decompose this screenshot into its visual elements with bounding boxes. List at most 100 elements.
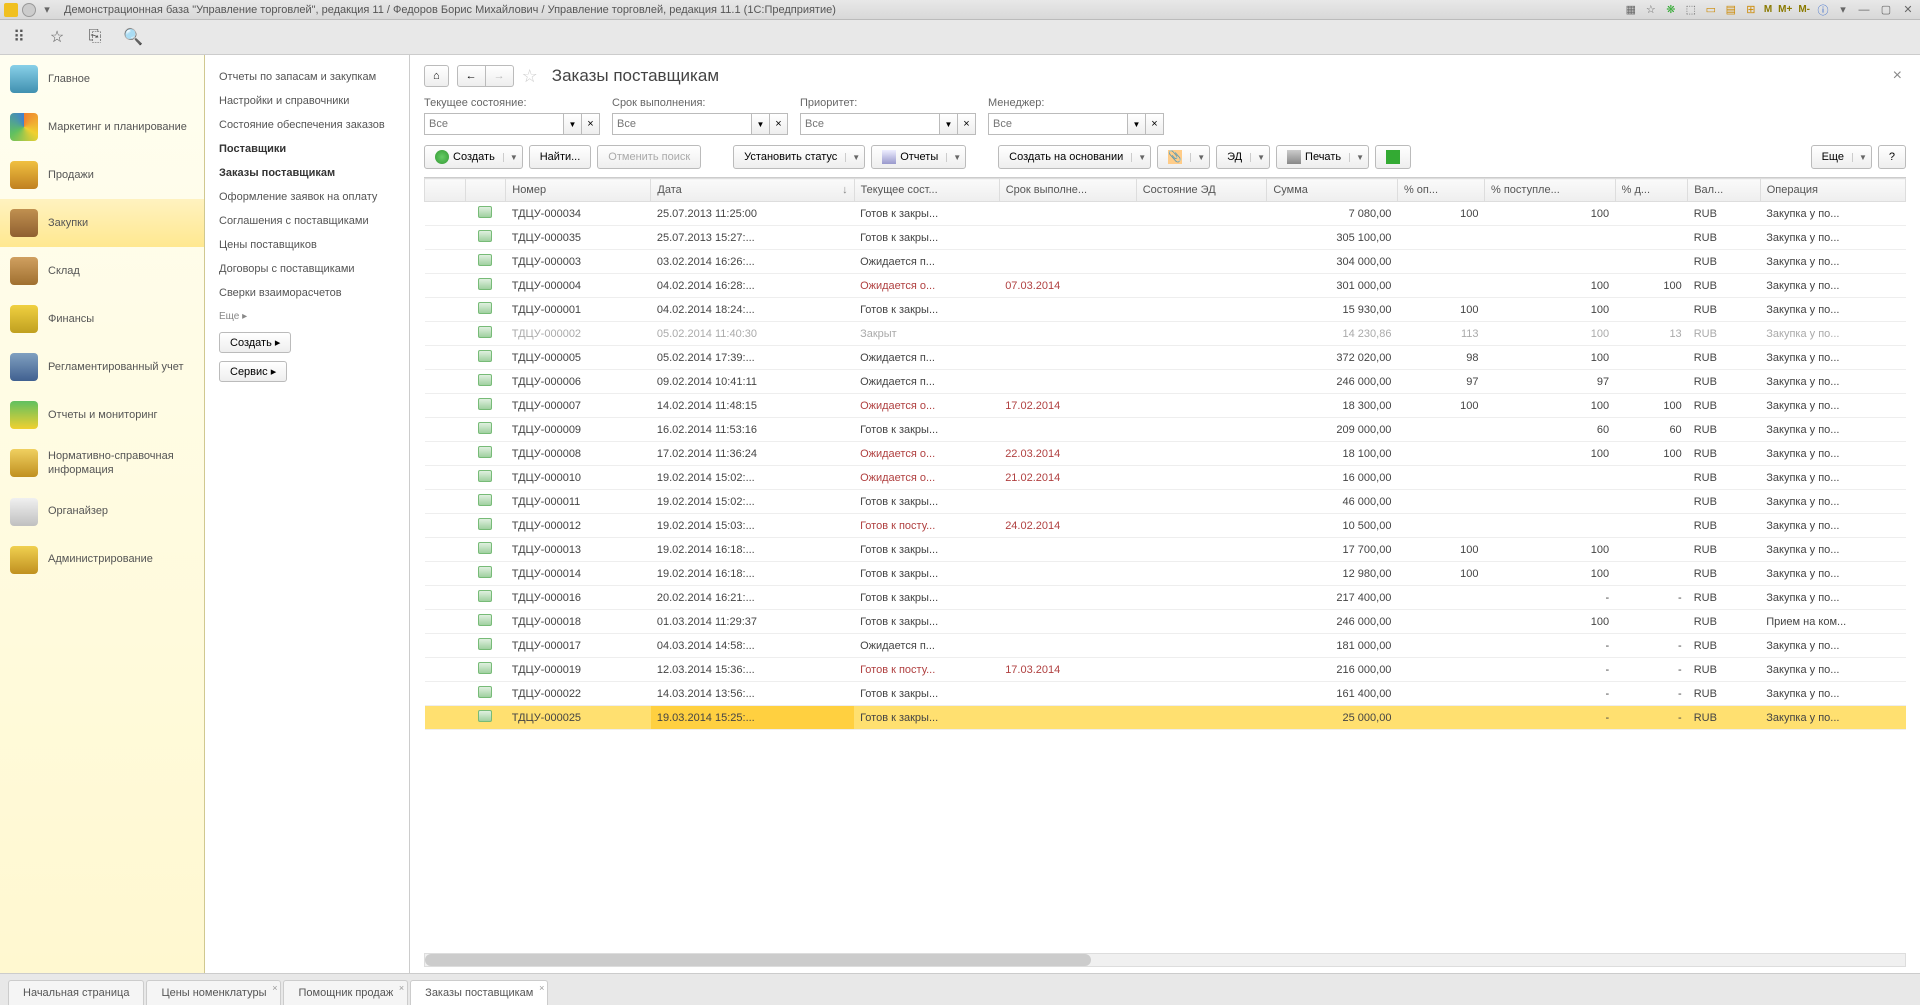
table-row[interactable]: ТДЦУ-000008 17.02.2014 11:36:24 Ожидаетс… [425, 442, 1906, 466]
column-header-6[interactable]: Состояние ЭД [1136, 179, 1267, 202]
table-row[interactable]: ТДЦУ-000010 19.02.2014 15:02:... Ожидает… [425, 466, 1906, 490]
subnav-item-4[interactable]: Заказы поставщикам [205, 161, 409, 185]
subnav-item-7[interactable]: Цены поставщиков [205, 233, 409, 257]
tb-icon-6[interactable]: ▤ [1724, 3, 1738, 17]
column-header-11[interactable]: Вал... [1688, 179, 1761, 202]
back-button[interactable]: ← [457, 65, 486, 87]
filter-input-f2[interactable] [612, 113, 752, 135]
maximize-button[interactable]: ▢ [1878, 3, 1894, 17]
star-icon[interactable]: ☆ [48, 28, 66, 46]
m-label[interactable]: M [1764, 4, 1772, 15]
filter-clear-f4[interactable]: × [1146, 113, 1164, 135]
subnav-create-button[interactable]: Создать ▸ [219, 332, 291, 353]
info-icon[interactable]: ⓘ [1816, 3, 1830, 17]
chevron-down-icon[interactable]: ▾ [40, 3, 54, 17]
tab-2[interactable]: Помощник продаж× [283, 980, 408, 1005]
column-header-10[interactable]: % д... [1615, 179, 1688, 202]
column-header-4[interactable]: Текущее сост... [854, 179, 999, 202]
subnav-service-button[interactable]: Сервис ▸ [219, 361, 287, 382]
column-header-2[interactable]: Номер [506, 179, 651, 202]
forward-button[interactable]: → [486, 65, 514, 87]
nav-item-7[interactable]: Отчеты и мониторинг [0, 391, 204, 439]
column-header-7[interactable]: Сумма [1267, 179, 1398, 202]
apps-icon[interactable]: ⠿ [10, 28, 28, 46]
attach-button[interactable]: 📎▼ [1157, 145, 1210, 169]
tb-icon-4[interactable]: ⬚ [1684, 3, 1698, 17]
nav-item-9[interactable]: Органайзер [0, 488, 204, 536]
more-button[interactable]: Еще▼ [1811, 145, 1872, 169]
tb-icon-7[interactable]: ⊞ [1744, 3, 1758, 17]
find-button[interactable]: Найти... [529, 145, 592, 169]
nav-item-3[interactable]: Закупки [0, 199, 204, 247]
subnav-item-5[interactable]: Оформление заявок на оплату [205, 185, 409, 209]
column-header-1[interactable] [465, 179, 506, 202]
filter-input-f1[interactable] [424, 113, 564, 135]
m-minus-label[interactable]: M- [1798, 4, 1810, 15]
table-row[interactable]: ТДЦУ-000011 19.02.2014 15:02:... Готов к… [425, 490, 1906, 514]
help-button[interactable]: ? [1878, 145, 1906, 169]
column-header-8[interactable]: % оп... [1397, 179, 1484, 202]
m-plus-label[interactable]: M+ [1778, 4, 1792, 15]
column-header-3[interactable]: Дата [651, 179, 854, 202]
set-status-button[interactable]: Установить статус▼ [733, 145, 865, 169]
table-row[interactable]: ТДЦУ-000016 20.02.2014 16:21:... Готов к… [425, 586, 1906, 610]
table-row[interactable]: ТДЦУ-000009 16.02.2014 11:53:16 Готов к … [425, 418, 1906, 442]
horizontal-scrollbar[interactable] [424, 953, 1906, 967]
table-row[interactable]: ТДЦУ-000006 09.02.2014 10:41:11 Ожидаетс… [425, 370, 1906, 394]
subnav-item-1[interactable]: Настройки и справочники [205, 89, 409, 113]
table-row[interactable]: ТДЦУ-000022 14.03.2014 13:56:... Готов к… [425, 682, 1906, 706]
table-row[interactable]: ТДЦУ-000012 19.02.2014 15:03:... Готов к… [425, 514, 1906, 538]
tab-3[interactable]: Заказы поставщикам× [410, 980, 548, 1005]
tab-0[interactable]: Начальная страница [8, 980, 144, 1005]
home-button[interactable]: ⌂ [424, 65, 449, 87]
cancel-search-button[interactable]: Отменить поиск [597, 145, 701, 169]
nav-item-10[interactable]: Администрирование [0, 536, 204, 584]
minimize-button[interactable]: — [1856, 3, 1872, 17]
excel-button[interactable] [1375, 145, 1411, 169]
create-button[interactable]: Создать▼ [424, 145, 523, 169]
subnav-item-2[interactable]: Состояние обеспечения заказов [205, 113, 409, 137]
favorite-star-icon[interactable]: ☆ [522, 66, 538, 87]
subnav-item-3[interactable]: Поставщики [205, 137, 409, 161]
reports-button[interactable]: Отчеты▼ [871, 145, 966, 169]
filter-input-f4[interactable] [988, 113, 1128, 135]
tab-close-icon[interactable]: × [399, 983, 404, 993]
search-icon[interactable]: 🔍 [124, 28, 142, 46]
column-header-12[interactable]: Операция [1760, 179, 1905, 202]
table-row[interactable]: ТДЦУ-000002 05.02.2014 11:40:30 Закрыт 1… [425, 322, 1906, 346]
close-button[interactable]: ✕ [1900, 3, 1916, 17]
subnav-item-9[interactable]: Сверки взаиморасчетов [205, 281, 409, 305]
tab-close-icon[interactable]: × [539, 983, 544, 993]
nav-item-6[interactable]: Регламентированный учет [0, 343, 204, 391]
tb-dd[interactable]: ▾ [1836, 3, 1850, 17]
filter-dropdown-f1[interactable]: ▼ [564, 113, 582, 135]
table-row[interactable]: ТДЦУ-000003 03.02.2014 16:26:... Ожидает… [425, 250, 1906, 274]
subnav-item-8[interactable]: Договоры с поставщиками [205, 257, 409, 281]
table-row[interactable]: ТДЦУ-000001 04.02.2014 18:24:... Готов к… [425, 298, 1906, 322]
ed-button[interactable]: ЭД▼ [1216, 145, 1270, 169]
nav-item-1[interactable]: Маркетинг и планирование [0, 103, 204, 151]
tab-1[interactable]: Цены номенклатуры× [146, 980, 281, 1005]
create-based-on-button[interactable]: Создать на основании▼ [998, 145, 1151, 169]
table-row[interactable]: ТДЦУ-000007 14.02.2014 11:48:15 Ожидаетс… [425, 394, 1906, 418]
subnav-more[interactable]: Еще ▸ [205, 305, 409, 328]
tb-icon-5[interactable]: ▭ [1704, 3, 1718, 17]
table-row[interactable]: ТДЦУ-000034 25.07.2013 11:25:00 Готов к … [425, 202, 1906, 226]
column-header-0[interactable] [425, 179, 466, 202]
tb-icon-2[interactable]: ☆ [1644, 3, 1658, 17]
filter-clear-f1[interactable]: × [582, 113, 600, 135]
table-row[interactable]: ТДЦУ-000013 19.02.2014 16:18:... Готов к… [425, 538, 1906, 562]
subnav-item-6[interactable]: Соглашения с поставщиками [205, 209, 409, 233]
filter-dropdown-f4[interactable]: ▼ [1128, 113, 1146, 135]
page-close-button[interactable]: × [1889, 67, 1906, 85]
table-row[interactable]: ТДЦУ-000005 05.02.2014 17:39:... Ожидает… [425, 346, 1906, 370]
nav-item-5[interactable]: Финансы [0, 295, 204, 343]
print-button[interactable]: Печать▼ [1276, 145, 1369, 169]
tb-icon-1[interactable]: ▦ [1624, 3, 1638, 17]
subnav-item-0[interactable]: Отчеты по запасам и закупкам [205, 65, 409, 89]
table-row[interactable]: ТДЦУ-000018 01.03.2014 11:29:37 Готов к … [425, 610, 1906, 634]
nav-item-2[interactable]: Продажи [0, 151, 204, 199]
nav-item-4[interactable]: Склад [0, 247, 204, 295]
table-row[interactable]: ТДЦУ-000019 12.03.2014 15:36:... Готов к… [425, 658, 1906, 682]
column-header-9[interactable]: % поступле... [1485, 179, 1616, 202]
